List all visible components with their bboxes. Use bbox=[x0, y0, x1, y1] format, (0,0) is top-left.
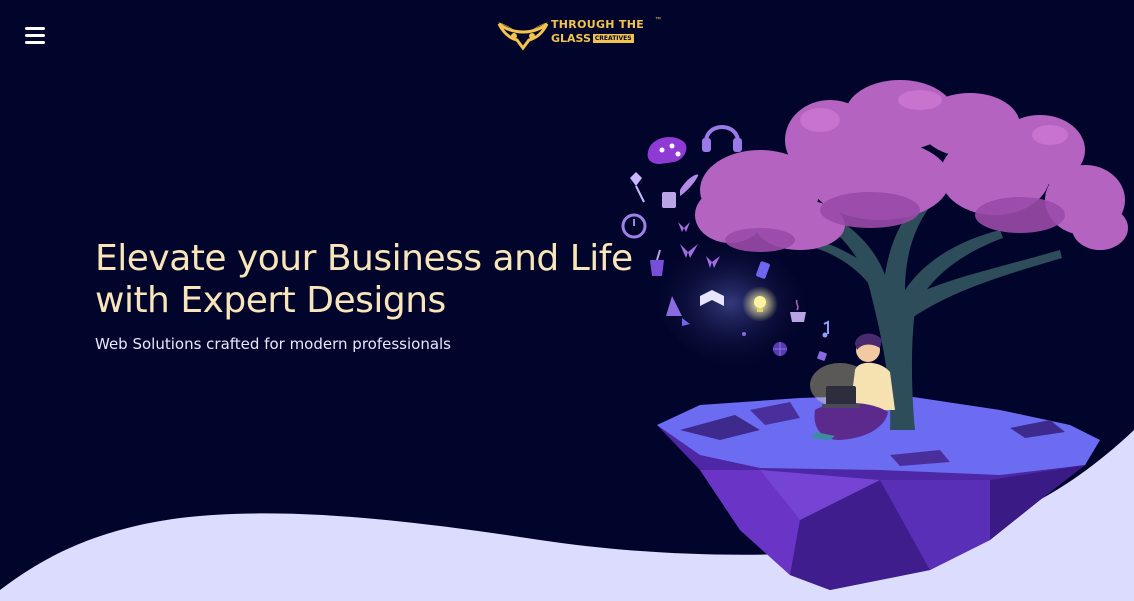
brand-logo[interactable]: THROUGH THE GLASS CREATIVES ™ bbox=[495, 16, 665, 52]
logo-badge: CREATIVES bbox=[592, 34, 634, 43]
hero-title: Elevate your Business and Life with Expe… bbox=[95, 238, 633, 322]
hero-subtitle: Web Solutions crafted for modern profess… bbox=[95, 335, 451, 353]
headphones-icon bbox=[702, 125, 742, 152]
owl-mask-logo-icon bbox=[497, 22, 549, 51]
hamburger-menu-button[interactable] bbox=[25, 26, 47, 46]
logo-line2: GLASS bbox=[551, 32, 591, 45]
hero-title-line1: Elevate your Business and Life bbox=[95, 238, 633, 279]
hero-title-line2: with Expert Designs bbox=[95, 280, 446, 321]
music-note-icon bbox=[822, 320, 829, 338]
alarm-clock-icon bbox=[621, 213, 647, 239]
hero-page: THROUGH THE GLASS CREATIVES ™ Elevate yo… bbox=[0, 0, 1134, 601]
logo-trademark: ™ bbox=[655, 17, 661, 23]
drink-cup-icon bbox=[650, 249, 664, 276]
flower-icon bbox=[630, 172, 645, 203]
lightbulb-icon bbox=[742, 286, 778, 322]
globe-icon bbox=[773, 342, 787, 356]
palette-icon bbox=[647, 137, 687, 164]
feather-quill-icon bbox=[662, 174, 699, 208]
logo-line1: THROUGH THE bbox=[551, 18, 645, 31]
hamburger-menu-icon bbox=[25, 27, 45, 30]
